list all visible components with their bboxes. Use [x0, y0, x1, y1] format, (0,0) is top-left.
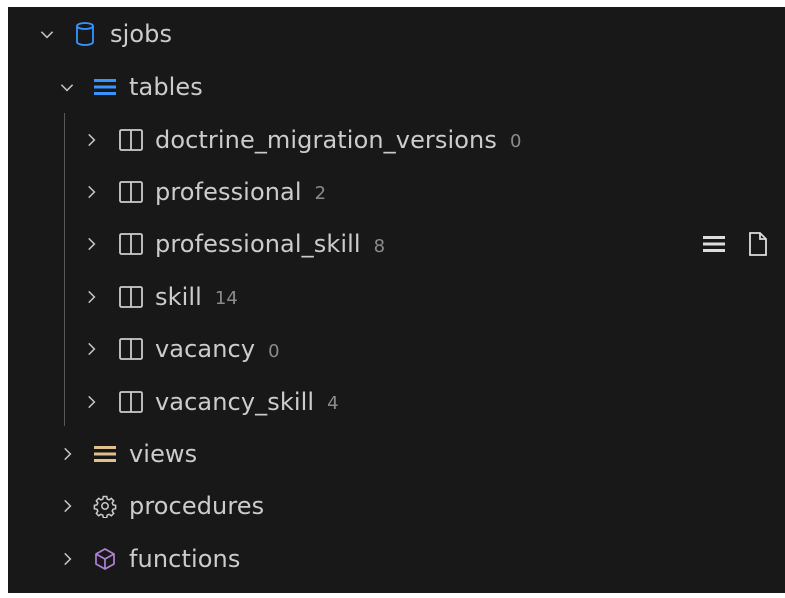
tables-label: tables — [129, 73, 203, 102]
row-count: 14 — [214, 288, 238, 310]
table-row[interactable]: professional 2 — [8, 166, 785, 218]
table-label: doctrine_migration_versions — [155, 125, 497, 154]
list-icon — [92, 74, 118, 100]
table-label: vacancy — [155, 335, 256, 364]
row-actions — [701, 231, 771, 257]
table-label: skill — [155, 282, 202, 311]
tree-item-database[interactable]: sjobs — [8, 7, 785, 61]
list-icon — [92, 441, 118, 467]
chevron-right-icon[interactable] — [56, 548, 78, 570]
table-label: professional_skill — [155, 230, 361, 259]
database-label: sjobs — [110, 20, 173, 48]
chevron-right-icon[interactable] — [56, 495, 78, 517]
database-icon — [72, 21, 98, 47]
table-row[interactable]: skill 14 — [8, 271, 785, 323]
row-count: 4 — [327, 393, 339, 415]
chevron-down-icon[interactable] — [36, 23, 58, 45]
chevron-down-icon[interactable] — [56, 76, 78, 98]
table-label: professional — [155, 177, 302, 206]
tree-item-tables[interactable]: tables — [8, 61, 785, 113]
table-icon — [118, 284, 144, 310]
row-count: 2 — [314, 183, 327, 205]
functions-label: functions — [129, 544, 241, 573]
row-count: 0 — [268, 340, 280, 362]
table-row[interactable]: professional_skill 8 — [8, 218, 785, 270]
row-count: 8 — [373, 235, 386, 257]
file-icon[interactable] — [745, 231, 771, 257]
chevron-right-icon[interactable] — [80, 338, 102, 360]
database-explorer-tree: sjobs tables doctrine_migration_versions… — [8, 7, 785, 593]
table-icon — [118, 231, 144, 257]
chevron-right-icon[interactable] — [80, 233, 102, 255]
cube-icon — [92, 546, 118, 572]
chevron-right-icon[interactable] — [80, 181, 102, 203]
tree-item-views[interactable]: views — [8, 428, 785, 480]
chevron-right-icon[interactable] — [80, 286, 102, 308]
table-icon — [118, 179, 144, 205]
list-icon[interactable] — [701, 231, 727, 257]
row-count: 0 — [509, 131, 522, 153]
tree-item-procedures[interactable]: procedures — [8, 480, 785, 532]
tree-item-functions[interactable]: functions — [8, 533, 785, 585]
procedures-label: procedures — [129, 492, 265, 521]
table-icon — [118, 336, 144, 362]
table-row[interactable]: vacancy 0 — [8, 323, 785, 375]
chevron-right-icon[interactable] — [80, 391, 102, 413]
table-icon — [118, 127, 144, 153]
table-row[interactable]: doctrine_migration_versions 0 — [8, 113, 785, 165]
table-icon — [118, 389, 144, 415]
chevron-right-icon[interactable] — [80, 129, 102, 151]
chevron-right-icon[interactable] — [56, 443, 78, 465]
table-label: vacancy_skill — [155, 387, 315, 416]
gear-icon — [92, 493, 118, 519]
table-row[interactable]: vacancy_skill 4 — [8, 375, 785, 427]
views-label: views — [129, 439, 198, 468]
